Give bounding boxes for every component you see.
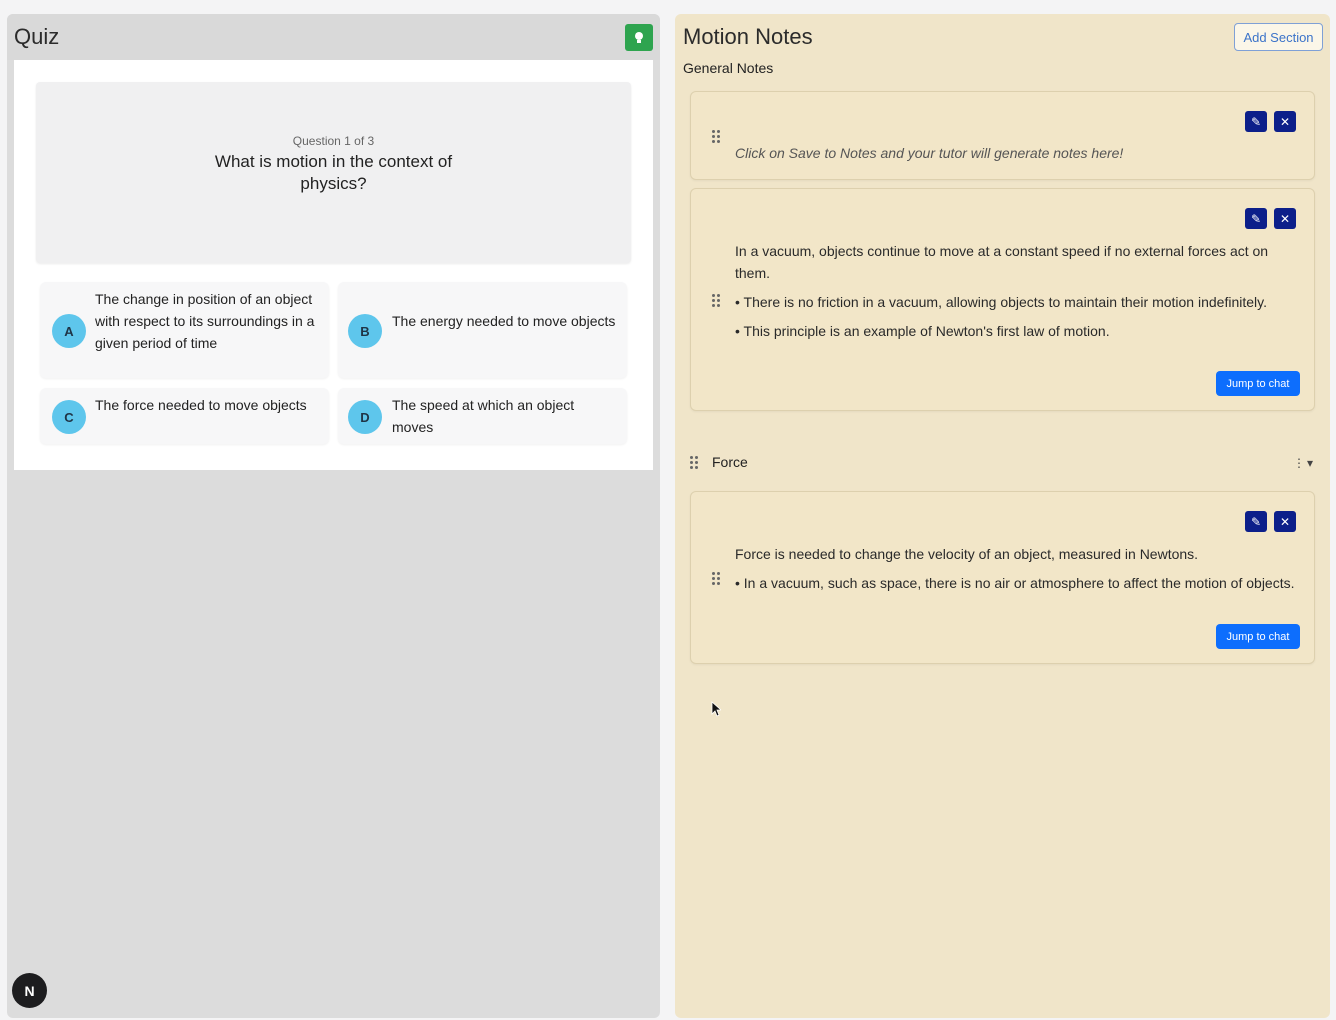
lightbulb-icon [635,31,643,43]
answer-option-c[interactable]: C The force needed to move objects [40,388,329,444]
note-card: ✎ ✕ Click on Save to Notes and your tuto… [690,91,1315,180]
section-menu-icon[interactable]: ⋮▾ [1293,456,1315,470]
note-line: In a vacuum, objects continue to move at… [735,243,1269,281]
quiz-card: Question 1 of 3 What is motion in the co… [14,60,653,470]
edit-note-button[interactable]: ✎ [1245,208,1267,229]
quiz-panel: Quiz Question 1 of 3 What is motion in t… [7,14,660,1018]
answer-text: The speed at which an object moves [392,397,575,435]
answer-option-a[interactable]: A The change in position of an object wi… [40,282,329,378]
drag-handle-icon[interactable] [712,130,724,144]
edit-icon: ✎ [1250,514,1262,529]
note-card: ✎ ✕ In a vacuum, objects continue to mov… [690,188,1315,411]
edit-note-button[interactable]: ✎ [1245,511,1267,532]
note-line: • There is no friction in a vacuum, allo… [735,294,1267,310]
answer-letter-badge: C [52,400,86,434]
note-body: In a vacuum, objects continue to move at… [735,240,1305,349]
notes-title: Motion Notes [683,24,813,49]
note-line: Force is needed to change the velocity o… [735,546,1199,562]
delete-note-button[interactable]: ✕ [1274,511,1296,532]
answer-letter-badge: A [52,314,86,348]
quiz-header: Quiz [7,14,660,60]
delete-note-button[interactable]: ✕ [1274,111,1296,132]
note-line: • This principle is an example of Newton… [735,323,1110,339]
hint-button[interactable] [625,24,653,51]
close-icon: ✕ [1279,114,1291,129]
answer-letter-badge: D [348,400,382,434]
answer-text: The change in position of an object with… [95,291,315,351]
section-title-force: Force [712,454,748,470]
close-icon: ✕ [1279,211,1291,226]
edit-note-button[interactable]: ✎ [1245,111,1267,132]
answer-option-b[interactable]: B The energy needed to move objects [338,282,627,378]
answer-option-d[interactable]: D The speed at which an object moves [338,388,627,444]
user-avatar[interactable]: N [12,973,47,1008]
note-placeholder: Click on Save to Notes and your tutor wi… [735,145,1124,161]
close-icon: ✕ [1279,514,1291,529]
jump-to-chat-button[interactable]: Jump to chat [1216,371,1300,396]
question-box: Question 1 of 3 What is motion in the co… [36,82,631,263]
drag-handle-icon[interactable] [712,572,724,586]
note-card: ✎ ✕ Force is needed to change the veloci… [690,491,1315,664]
edit-icon: ✎ [1250,114,1262,129]
answer-letter-badge: B [348,314,382,348]
mouse-cursor-icon [711,701,721,717]
answer-text: The force needed to move objects [95,397,307,413]
section-drag-handle-icon[interactable] [690,456,702,470]
answer-text: The energy needed to move objects [392,313,616,329]
add-section-button[interactable]: Add Section [1234,23,1323,51]
edit-icon: ✎ [1250,211,1262,226]
jump-to-chat-button[interactable]: Jump to chat [1216,624,1300,649]
delete-note-button[interactable]: ✕ [1274,208,1296,229]
question-counter: Question 1 of 3 [292,134,375,148]
note-line: • In a vacuum, such as space, there is n… [735,575,1295,591]
note-body: Force is needed to change the velocity o… [735,543,1305,601]
notes-panel: Motion Notes Add Section General Notes ✎… [675,14,1330,1018]
question-text: What is motion in the context of physics… [214,152,453,193]
quiz-title: Quiz [14,24,60,49]
general-notes-label: General Notes [683,60,774,76]
drag-handle-icon[interactable] [712,294,724,308]
